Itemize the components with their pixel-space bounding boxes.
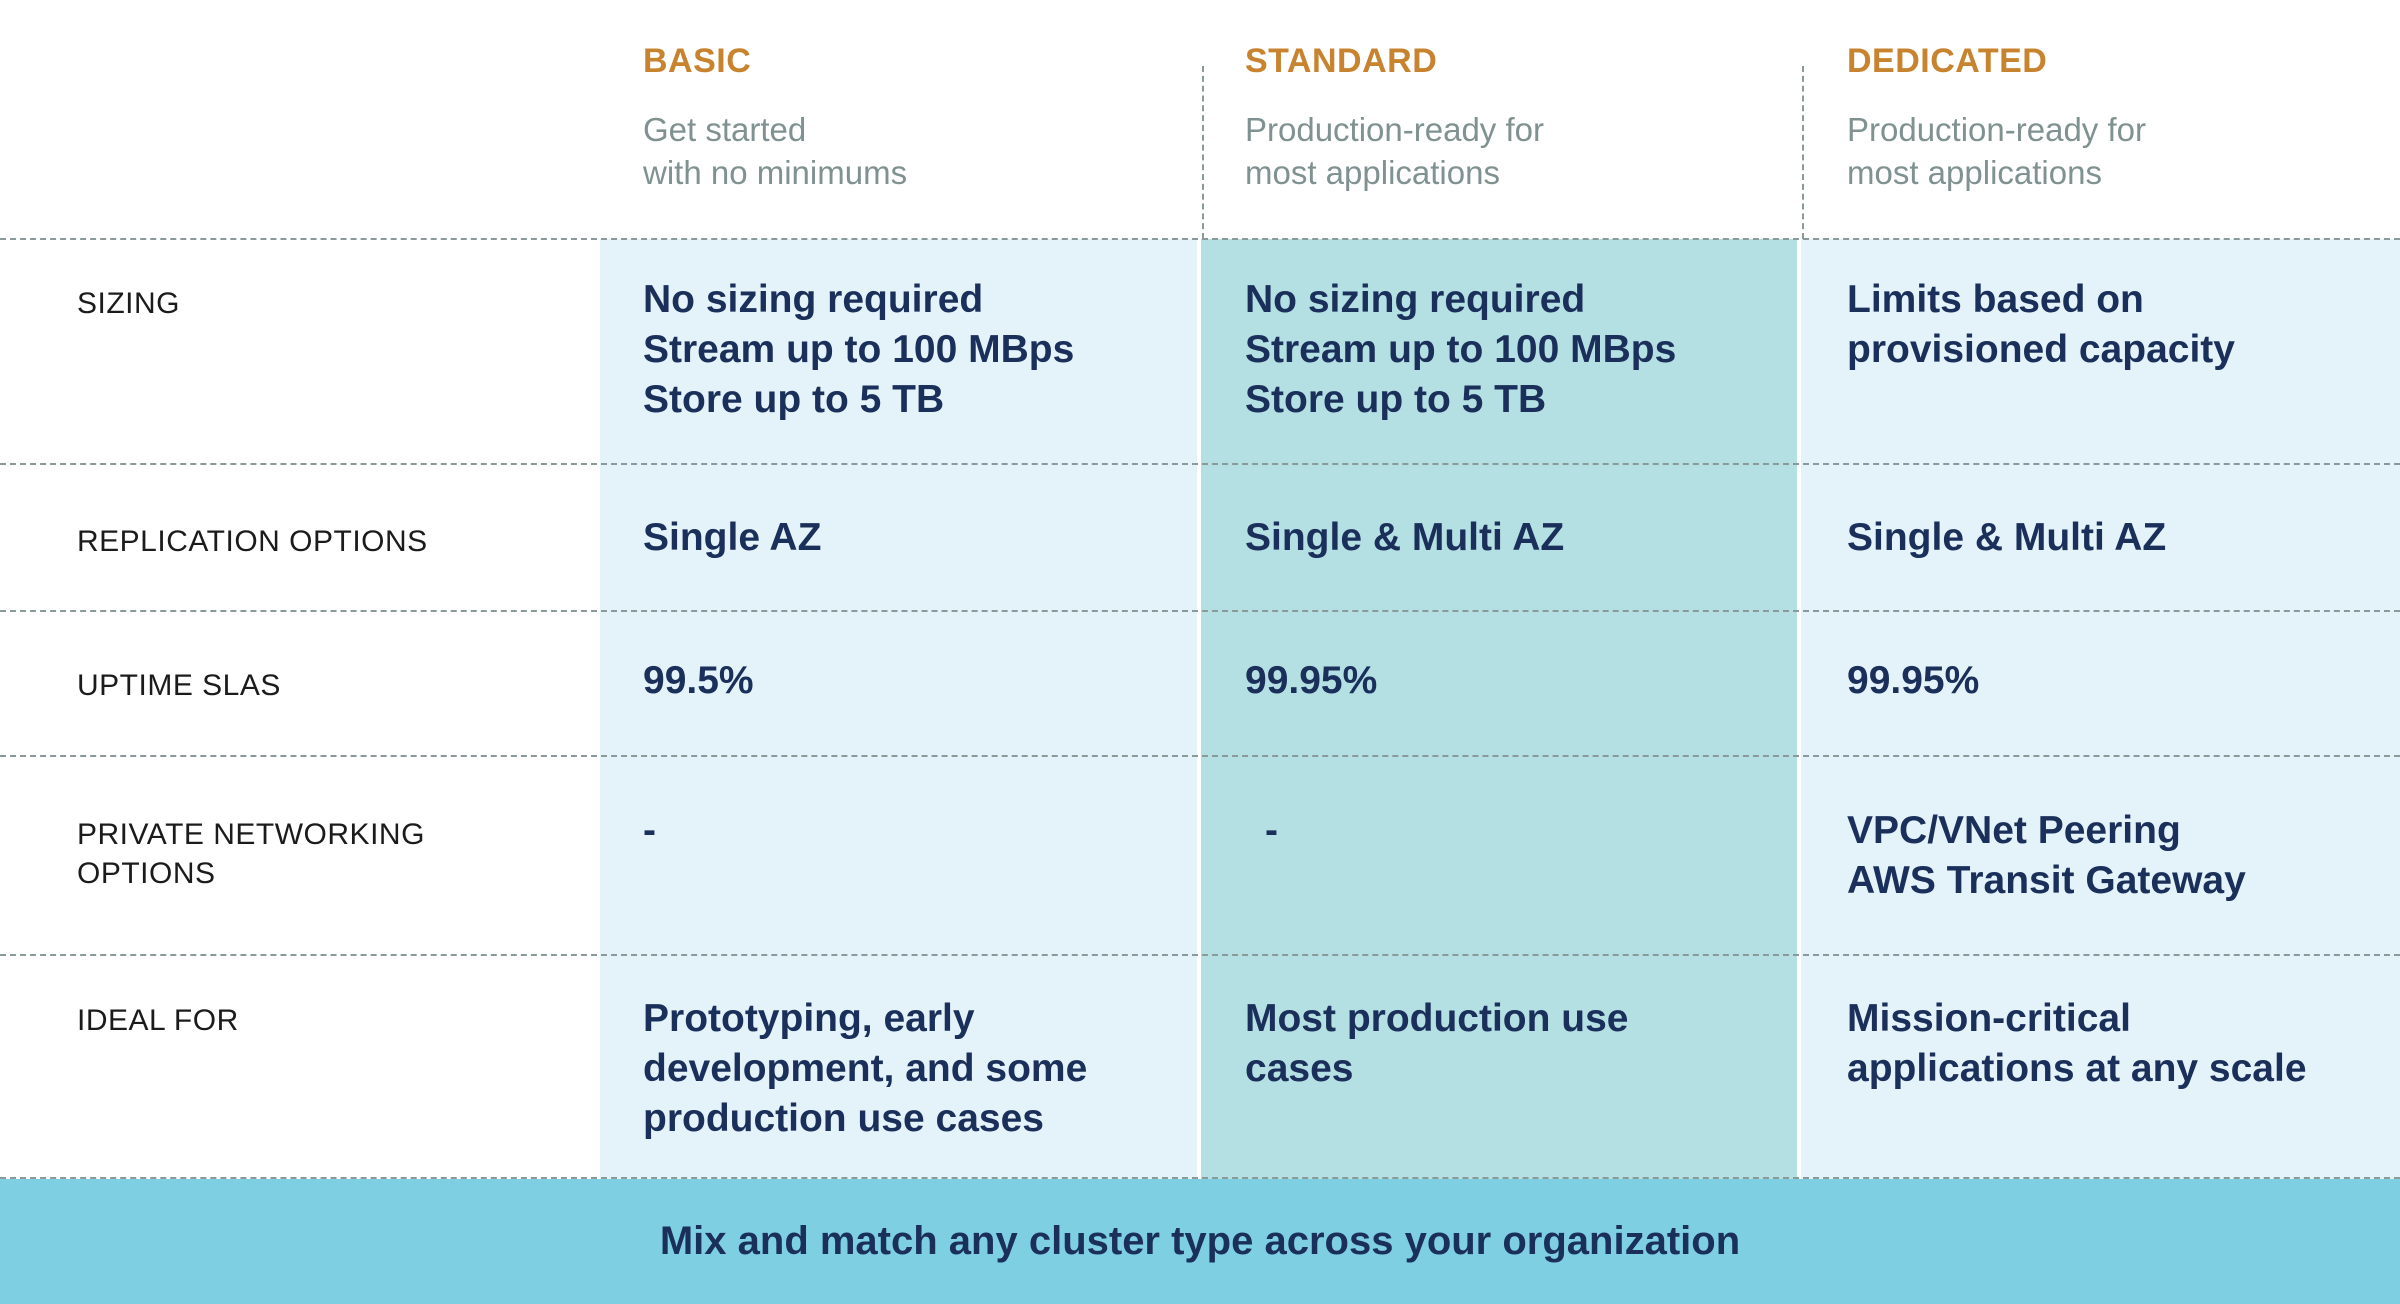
row-label: REPLICATION OPTIONS xyxy=(77,522,428,561)
description-line: Production-ready for xyxy=(1245,111,1544,148)
cell-line: development, and some xyxy=(643,1047,1088,1090)
cell-line: - xyxy=(1265,809,1278,852)
label-line: REPLICATION OPTIONS xyxy=(77,525,428,558)
tier-name: BASIC xyxy=(643,42,752,80)
cell-line: - xyxy=(643,809,656,852)
cell-dedicated: VPC/VNet Peering AWS Transit Gateway xyxy=(1847,806,2246,906)
cell-basic: 99.5% xyxy=(643,656,754,706)
cell-line: No sizing required xyxy=(643,278,984,321)
row-divider xyxy=(0,954,2400,956)
description-line: Get started xyxy=(643,111,807,148)
row-label: UPTIME SLAS xyxy=(77,666,281,705)
cell-dedicated: Mission-critical applications at any sca… xyxy=(1847,994,2307,1094)
cell-line: Most production use xyxy=(1245,997,1629,1040)
cell-line: VPC/VNet Peering xyxy=(1847,809,2181,852)
row-label: SIZING xyxy=(77,284,180,323)
footer-text: Mix and match any cluster type across yo… xyxy=(659,1219,1741,1263)
row-label: IDEAL FOR xyxy=(77,1001,239,1040)
label-line: SIZING xyxy=(77,287,181,320)
cell-line: Store up to 5 TB xyxy=(1245,378,1547,421)
row-divider xyxy=(0,238,2400,240)
description-line: with no minimums xyxy=(643,154,908,191)
cell-line: 99.95% xyxy=(1847,659,1980,702)
cell-basic: - xyxy=(643,806,656,856)
cell-line: Mission-critical xyxy=(1847,997,2131,1040)
cell-dedicated: 99.95% xyxy=(1847,656,1979,706)
cell-dedicated: Single & Multi AZ xyxy=(1847,513,2166,563)
row-divider xyxy=(0,463,2400,465)
header-divider xyxy=(1802,66,1804,239)
cell-line: Single AZ xyxy=(643,516,822,559)
cell-line: Limits based on xyxy=(1847,278,2144,321)
tier-description: Production-ready for most applications xyxy=(1847,108,2146,194)
description-line: most applications xyxy=(1245,154,1500,191)
tier-name: STANDARD xyxy=(1245,42,1438,80)
row-divider xyxy=(0,610,2400,612)
cell-line: cases xyxy=(1245,1047,1354,1090)
row-label: PRIVATE NETWORKING OPTIONS xyxy=(77,815,425,893)
cell-basic: Prototyping, early development, and some… xyxy=(643,994,1087,1144)
description-line: Production-ready for xyxy=(1847,111,2146,148)
cell-line: Single & Multi AZ xyxy=(1245,516,1565,559)
cell-standard: 99.95% xyxy=(1245,656,1377,706)
footer-banner: Mix and match any cluster type across yo… xyxy=(0,1179,2400,1304)
description-line: most applications xyxy=(1847,154,2102,191)
tier-name: DEDICATED xyxy=(1847,42,2048,80)
cell-line: No sizing required xyxy=(1245,278,1586,321)
cell-line: applications at any scale xyxy=(1847,1047,2307,1090)
cell-basic: No sizing required Stream up to 100 MBps… xyxy=(643,275,1074,425)
row-divider xyxy=(0,755,2400,757)
label-line: PRIVATE NETWORKING xyxy=(77,818,425,851)
cell-line: 99.95% xyxy=(1245,659,1378,702)
cell-line: Stream up to 100 MBps xyxy=(1245,328,1677,371)
cell-line: 99.5% xyxy=(643,659,754,702)
cell-standard: - xyxy=(1265,806,1278,856)
tier-description: Production-ready for most applications xyxy=(1245,108,1544,194)
cell-line: provisioned capacity xyxy=(1847,328,2235,371)
cell-line: Prototyping, early xyxy=(643,997,975,1040)
cell-line: Store up to 5 TB xyxy=(643,378,945,421)
cell-line: AWS Transit Gateway xyxy=(1847,859,2246,902)
tier-description: Get started with no minimums xyxy=(643,108,907,194)
cell-line: Single & Multi AZ xyxy=(1847,516,2167,559)
cell-line: production use cases xyxy=(643,1097,1044,1140)
label-line: OPTIONS xyxy=(77,857,216,890)
cell-standard: Single & Multi AZ xyxy=(1245,513,1564,563)
cell-standard: No sizing required Stream up to 100 MBps… xyxy=(1245,275,1676,425)
cell-line: Stream up to 100 MBps xyxy=(643,328,1075,371)
header-divider xyxy=(1202,66,1204,239)
cell-dedicated: Limits based on provisioned capacity xyxy=(1847,275,2235,375)
label-line: IDEAL FOR xyxy=(77,1004,239,1037)
cell-basic: Single AZ xyxy=(643,513,821,563)
cell-standard: Most production use cases xyxy=(1245,994,1629,1094)
label-line: UPTIME SLAS xyxy=(77,669,281,702)
